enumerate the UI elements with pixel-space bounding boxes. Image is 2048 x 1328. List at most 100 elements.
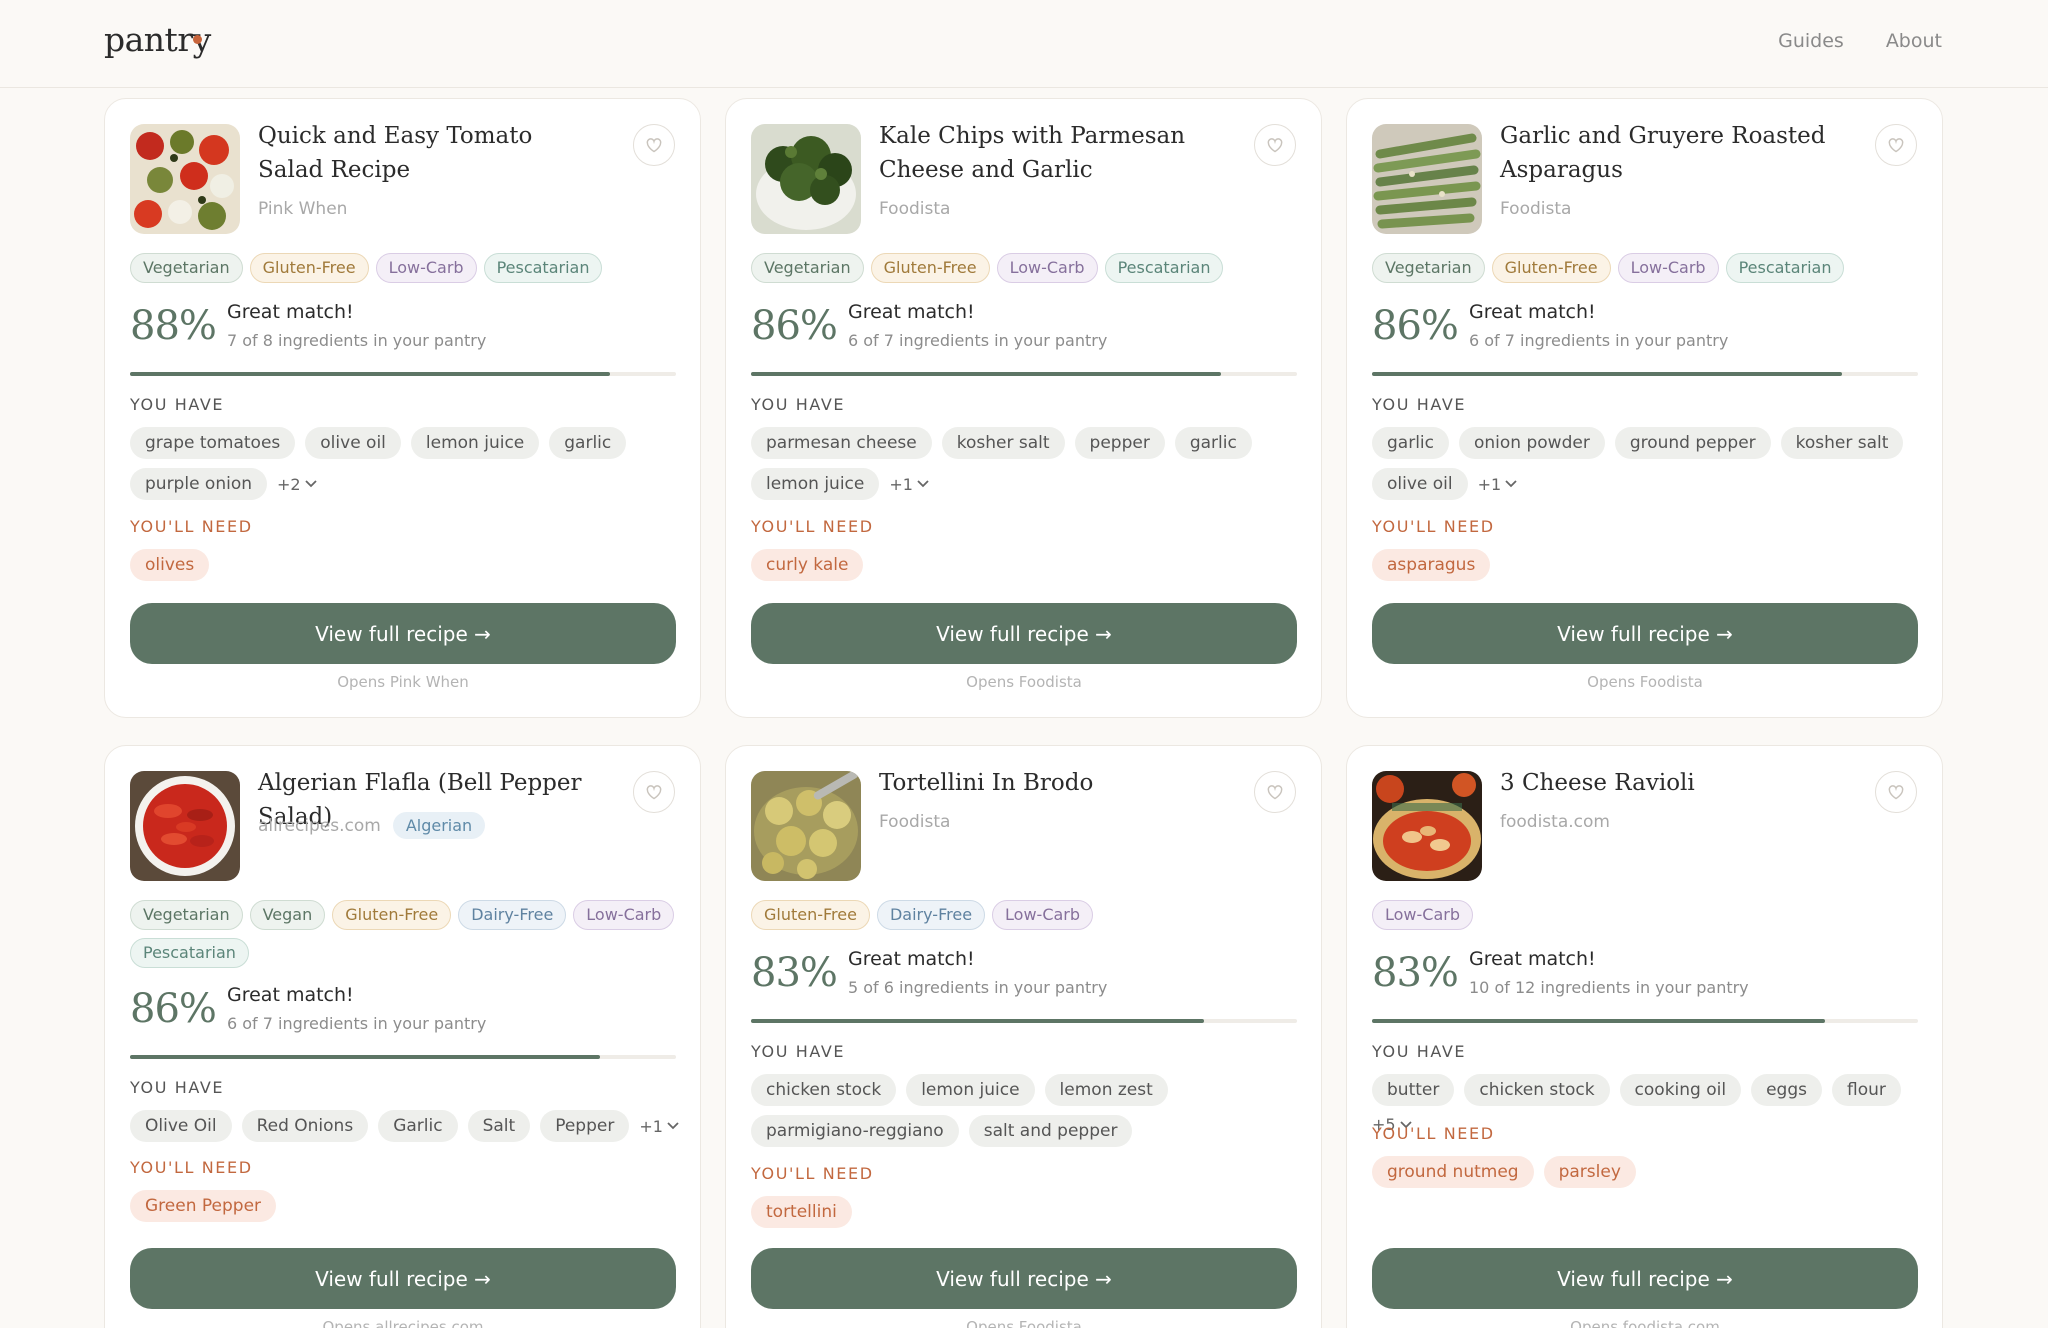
recipe-source: allrecipes.com bbox=[258, 815, 381, 836]
ingredient-chip: grape tomatoes bbox=[130, 427, 296, 459]
recipe-card: Kale Chips with Parmesan Cheese and Garl… bbox=[725, 98, 1322, 718]
tag-dairy-free: Dairy-Free bbox=[876, 900, 986, 930]
chevron-down-icon bbox=[304, 480, 317, 488]
tag-vegetarian: Vegetarian bbox=[130, 253, 243, 283]
recipe-card: Garlic and Gruyere Roasted Asparagus Foo… bbox=[1346, 98, 1943, 718]
match-progress-bar bbox=[1372, 1019, 1918, 1023]
view-recipe-button[interactable]: View full recipe → bbox=[751, 1248, 1297, 1309]
more-count: +2 bbox=[277, 474, 301, 494]
tag-low-carb: Low-Carb bbox=[573, 900, 675, 930]
view-recipe-button[interactable]: View full recipe → bbox=[130, 603, 676, 664]
view-recipe-button[interactable]: View full recipe → bbox=[1372, 603, 1918, 664]
ingredient-chip: kosher salt bbox=[1780, 427, 1904, 459]
heart-icon bbox=[646, 785, 662, 800]
opens-source-note: Opens Foodista bbox=[966, 673, 1082, 691]
ravioli-photo-icon[interactable] bbox=[1372, 771, 1482, 881]
ingredient-chip: chicken stock bbox=[751, 1074, 897, 1106]
match-progress-bar bbox=[751, 372, 1297, 376]
opens-source-note: Opens Foodista bbox=[1587, 673, 1703, 691]
match-label: Great match! bbox=[1469, 301, 1596, 323]
match-summary: 88% Great match! 7 of 8 ingredients in y… bbox=[130, 301, 680, 355]
favorite-button[interactable] bbox=[633, 124, 675, 166]
diet-tags: Low-Carb bbox=[1372, 900, 1922, 930]
favorite-button[interactable] bbox=[1875, 124, 1917, 166]
asparagus-photo-icon[interactable] bbox=[1372, 124, 1482, 234]
match-label: Great match! bbox=[1469, 948, 1596, 970]
recipe-title[interactable]: Quick and Easy Tomato Salad Recipe bbox=[258, 119, 603, 187]
view-recipe-button[interactable]: View full recipe → bbox=[751, 603, 1297, 664]
match-detail: 7 of 8 ingredients in your pantry bbox=[227, 331, 487, 350]
more-ingredients-toggle[interactable]: +1 bbox=[1478, 475, 1518, 494]
ingredient-chip: chicken stock bbox=[1464, 1074, 1610, 1106]
more-ingredients-toggle[interactable]: +2 bbox=[277, 475, 317, 494]
recipe-source: Pink When bbox=[258, 199, 348, 219]
source-line: allrecipes.com Algerian bbox=[258, 812, 486, 839]
source-line: foodista.com bbox=[1500, 812, 1610, 832]
tomato-salad-photo-icon[interactable] bbox=[130, 124, 240, 234]
diet-tags: Vegetarian Gluten-Free Low-Carb Pescatar… bbox=[130, 253, 680, 283]
match-percent: 83% bbox=[1372, 950, 1459, 996]
youll-need-label: YOU'LL NEED bbox=[130, 517, 253, 536]
youll-need-label: YOU'LL NEED bbox=[130, 1158, 253, 1177]
tag-dairy-free: Dairy-Free bbox=[458, 900, 567, 930]
match-summary: 86% Great match! 6 of 7 ingredients in y… bbox=[751, 301, 1301, 355]
ingredient-chip: lemon zest bbox=[1044, 1074, 1168, 1106]
match-detail: 6 of 7 ingredients in your pantry bbox=[227, 1014, 487, 1033]
logo-dot-icon bbox=[193, 35, 202, 44]
tag-pescatarian: Pescatarian bbox=[130, 938, 249, 968]
need-ingredients: tortellini bbox=[751, 1196, 1301, 1228]
ingredient-chip: kosher salt bbox=[941, 427, 1065, 459]
view-recipe-button[interactable]: View full recipe → bbox=[130, 1248, 676, 1309]
match-summary: 86% Great match! 6 of 7 ingredients in y… bbox=[1372, 301, 1922, 355]
favorite-button[interactable] bbox=[1875, 771, 1917, 813]
ingredient-chip: garlic bbox=[1372, 427, 1449, 459]
have-ingredients: Olive Oil Red Onions Garlic Salt Pepper … bbox=[130, 1110, 680, 1142]
nav-guides[interactable]: Guides bbox=[1778, 30, 1844, 52]
kale-chips-photo-icon[interactable] bbox=[751, 124, 861, 234]
recipe-card: Tortellini In Brodo Foodista Gluten-Free… bbox=[725, 745, 1322, 1328]
ingredient-chip: Salt bbox=[467, 1110, 531, 1142]
diet-tags: Vegetarian Gluten-Free Low-Carb Pescatar… bbox=[751, 253, 1301, 283]
you-have-label: YOU HAVE bbox=[1372, 395, 1467, 414]
need-ingredients: olives bbox=[130, 549, 680, 581]
tag-gluten-free: Gluten-Free bbox=[249, 253, 369, 283]
ingredient-chip: lemon juice bbox=[906, 1074, 1035, 1106]
nav-about[interactable]: About bbox=[1886, 30, 1942, 52]
recipe-card: Algerian Flafla (Bell Pepper Salad) allr… bbox=[104, 745, 701, 1328]
pepper-salad-photo-icon[interactable] bbox=[130, 771, 240, 881]
opens-source-note: Opens foodista.com bbox=[1570, 1318, 1720, 1328]
tag-gluten-free: Gluten-Free bbox=[870, 253, 990, 283]
view-recipe-button[interactable]: View full recipe → bbox=[1372, 1248, 1918, 1309]
tag-pescatarian: Pescatarian bbox=[1104, 253, 1224, 283]
favorite-button[interactable] bbox=[1254, 771, 1296, 813]
heart-icon bbox=[1888, 138, 1904, 153]
match-detail: 5 of 6 ingredients in your pantry bbox=[848, 978, 1108, 997]
match-percent: 86% bbox=[1372, 303, 1459, 349]
youll-need-label: YOU'LL NEED bbox=[751, 1164, 874, 1183]
opens-source-note: Opens Foodista bbox=[966, 1318, 1082, 1328]
youll-need-label: YOU'LL NEED bbox=[1372, 517, 1495, 536]
ingredient-chip: Pepper bbox=[540, 1110, 630, 1142]
need-ingredients: curly kale bbox=[751, 549, 1301, 581]
ingredient-chip: lemon juice bbox=[751, 468, 880, 500]
ingredient-chip: garlic bbox=[1174, 427, 1252, 459]
tortellini-photo-icon[interactable] bbox=[751, 771, 861, 881]
source-line: Foodista bbox=[1500, 199, 1571, 219]
ingredient-chip: olive oil bbox=[1372, 468, 1468, 500]
missing-ingredient-chip: ground nutmeg bbox=[1372, 1156, 1534, 1188]
recipe-source: Foodista bbox=[879, 199, 951, 219]
recipe-title[interactable]: Garlic and Gruyere Roasted Asparagus bbox=[1500, 119, 1845, 187]
more-ingredients-toggle[interactable]: +1 bbox=[889, 475, 929, 494]
recipe-title[interactable]: Kale Chips with Parmesan Cheese and Garl… bbox=[879, 119, 1224, 187]
have-ingredients: grape tomatoes olive oil lemon juice gar… bbox=[130, 427, 680, 500]
diet-tags: Vegetarian Vegan Gluten-Free Dairy-Free … bbox=[130, 900, 680, 968]
match-summary: 83% Great match! 10 of 12 ingredients in… bbox=[1372, 948, 1922, 1002]
need-ingredients: asparagus bbox=[1372, 549, 1922, 581]
recipe-title[interactable]: Tortellini In Brodo bbox=[879, 766, 1224, 800]
have-ingredients: parmesan cheese kosher salt pepper garli… bbox=[751, 427, 1301, 500]
heart-icon bbox=[1267, 138, 1283, 153]
favorite-button[interactable] bbox=[1254, 124, 1296, 166]
more-ingredients-toggle[interactable]: +1 bbox=[639, 1117, 679, 1136]
recipe-title[interactable]: 3 Cheese Ravioli bbox=[1500, 766, 1845, 800]
favorite-button[interactable] bbox=[633, 771, 675, 813]
